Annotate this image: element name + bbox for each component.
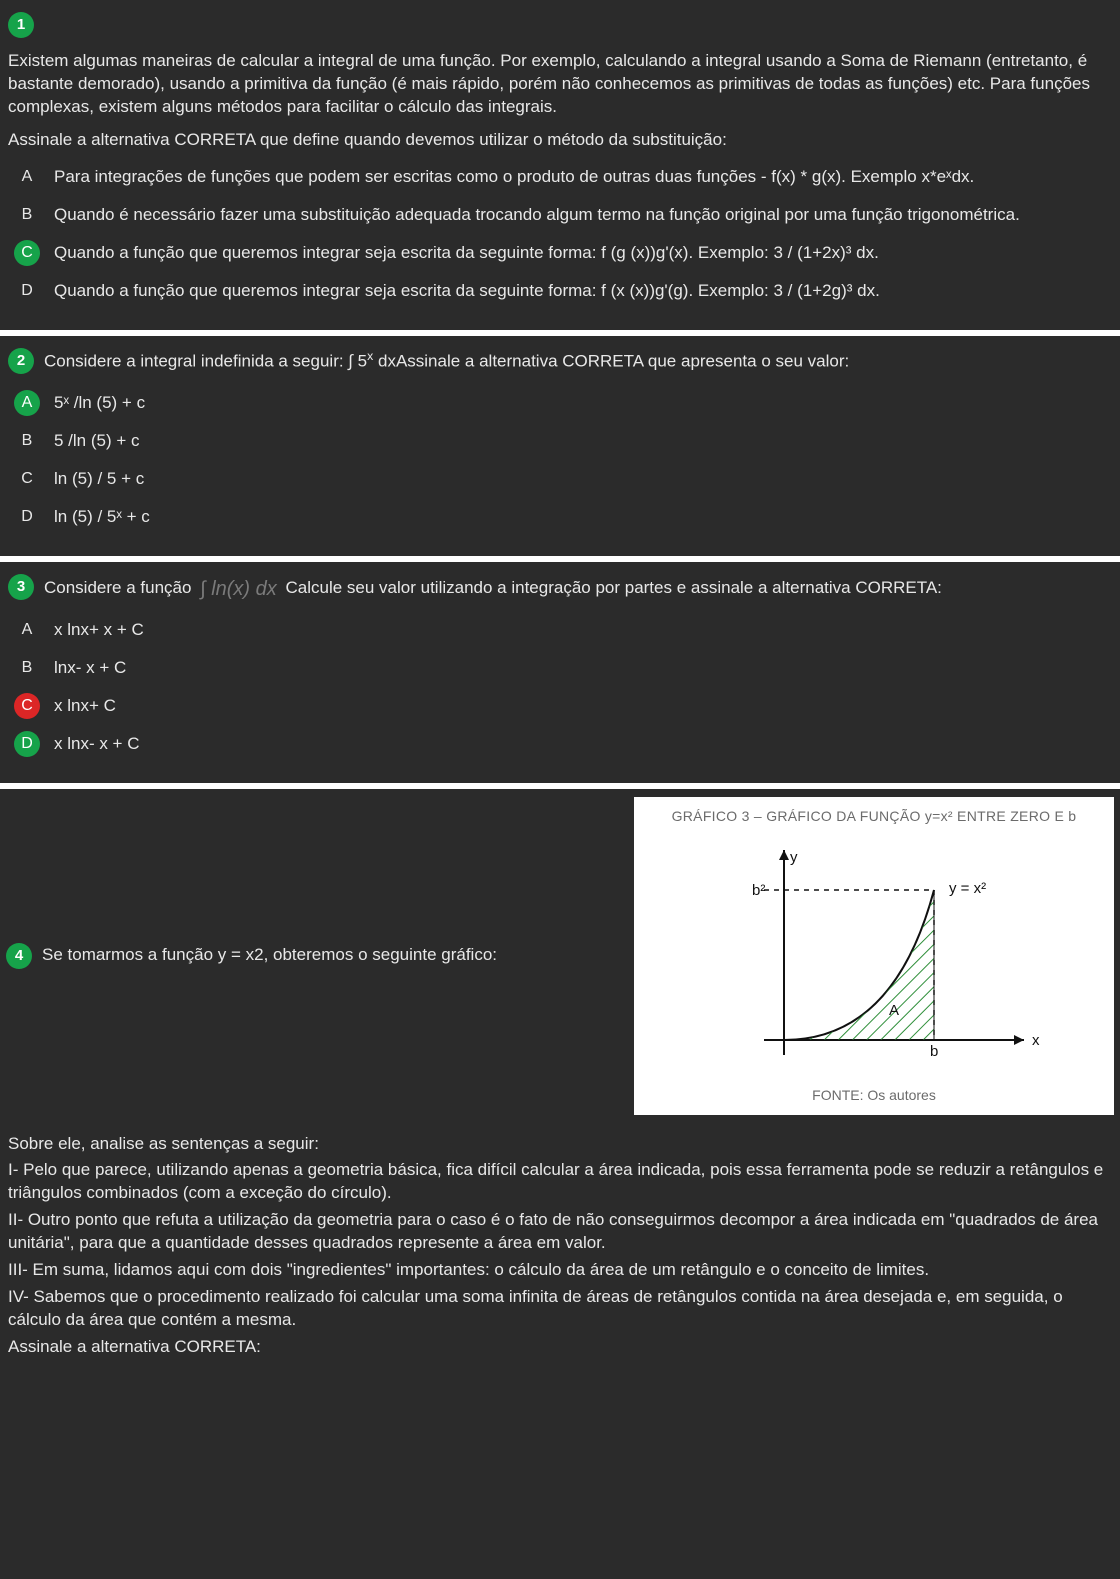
option-c[interactable]: C ln (5) / 5 + c [14,466,1114,492]
question-1-stem-p1: Existem algumas maneiras de calcular a i… [8,50,1112,119]
question-number-badge: 2 [8,348,34,374]
question-2: 2 Considere a integral indefinida a segu… [0,336,1120,562]
option-text: lnx- x + C [54,655,1114,680]
closing-instruction: Assinale a alternativa CORRETA: [8,1336,1112,1359]
stem-text: Calcule seu valor utilizando a integraçã… [281,578,942,597]
option-letter-wrong: C [14,693,40,719]
option-text: ln (5) / 5 + c [54,466,1114,491]
question-2-options: A 5ˣ /ln (5) + c B 5 /ln (5) + c C ln (5… [14,390,1114,530]
integral-icon: ∫ ln(x) dx [196,576,281,603]
option-letter-correct: D [14,731,40,757]
option-a[interactable]: A Para integrações de funções que podem … [14,164,1114,190]
graph-svg: y x b² b y = x² A [694,830,1054,1080]
option-letter: C [14,466,40,492]
stem-text: Considere a integral indefinida a seguir… [44,352,367,371]
option-a[interactable]: A x lnx+ x + C [14,617,1114,643]
option-letter-selected: A [14,390,40,416]
question-2-header: 2 Considere a integral indefinida a segu… [6,344,1114,378]
option-text: Para integrações de funções que podem se… [54,164,1114,189]
option-c[interactable]: C x lnx+ C [14,693,1114,719]
stem-text: dxAssinale a alternativa CORRETA que apr… [373,352,849,371]
option-a[interactable]: A 5ˣ /ln (5) + c [14,390,1114,416]
question-3-header: 3 Considere a função ∫ ln(x) dx Calcule … [6,570,1114,605]
question-1-stem-p2: Assinale a alternativa CORRETA que defin… [8,129,1112,152]
question-3-stem: Considere a função ∫ ln(x) dx Calcule se… [44,574,942,601]
statement-1: I- Pelo que parece, utilizando apenas a … [8,1159,1112,1205]
option-letter: A [14,617,40,643]
option-text: 5ˣ /ln (5) + c [54,390,1114,415]
stem-text: Considere a função [44,578,196,597]
label-area: A [889,1002,899,1019]
option-letter: B [14,655,40,681]
statement-4: IV- Sabemos que o procedimento realizado… [8,1286,1112,1332]
statement-3: III- Em suma, lidamos aqui com dois "ing… [8,1259,1112,1282]
graph-caption: FONTE: Os autores [648,1086,1100,1105]
label-b: b [930,1043,938,1060]
option-letter: D [14,504,40,530]
statement-2: II- Outro ponto que refuta a utilização … [8,1209,1112,1255]
option-text: x lnx- x + C [54,731,1114,756]
question-4-stem-left: 4 Se tomarmos a função y = x2, obteremos… [6,943,614,969]
question-4-stem-text: Se tomarmos a função y = x2, obteremos o… [42,944,497,967]
question-4: 4 Se tomarmos a função y = x2, obteremos… [0,789,1120,1377]
option-text: 5 /ln (5) + c [54,428,1114,453]
question-1: 1 Existem algumas maneiras de calcular a… [0,0,1120,336]
graph-panel: GRÁFICO 3 – GRÁFICO DA FUNÇÃO y=x² ENTRE… [634,797,1114,1115]
question-number-badge: 1 [8,12,34,38]
question-3: 3 Considere a função ∫ ln(x) dx Calcule … [0,562,1120,789]
option-letter: B [14,428,40,454]
option-letter-selected: C [14,240,40,266]
question-number-badge: 3 [8,574,34,600]
option-text: Quando é necessário fazer uma substituiç… [54,202,1114,227]
option-c[interactable]: C Quando a função que queremos integrar … [14,240,1114,266]
option-letter: D [14,278,40,304]
option-letter: A [14,164,40,190]
option-text: ln (5) / 5ˣ + c [54,504,1114,529]
option-d[interactable]: D Quando a função que queremos integrar … [14,278,1114,304]
question-1-options: A Para integrações de funções que podem … [14,164,1114,304]
question-1-header: 1 [6,8,1114,42]
option-text: Quando a função que queremos integrar se… [54,278,1114,303]
option-d[interactable]: D x lnx- x + C [14,731,1114,757]
axis-y-label: y [790,849,798,866]
question-number-badge: 4 [6,943,32,969]
question-4-row: 4 Se tomarmos a função y = x2, obteremos… [6,797,1114,1115]
label-curve: y = x² [949,880,986,897]
graph-title: GRÁFICO 3 – GRÁFICO DA FUNÇÃO y=x² ENTRE… [648,807,1100,826]
label-b2: b² [752,882,765,899]
option-text: x lnx+ C [54,693,1114,718]
option-letter: B [14,202,40,228]
question-3-options: A x lnx+ x + C B lnx- x + C C x lnx+ C D… [14,617,1114,757]
axis-x-label: x [1032,1032,1040,1049]
option-b[interactable]: B lnx- x + C [14,655,1114,681]
option-b[interactable]: B Quando é necessário fazer uma substitu… [14,202,1114,228]
option-text: Quando a função que queremos integrar se… [54,240,1114,265]
option-d[interactable]: D ln (5) / 5ˣ + c [14,504,1114,530]
question-2-stem: Considere a integral indefinida a seguir… [44,348,849,374]
analysis-intro: Sobre ele, analise as sentenças a seguir… [8,1133,1112,1156]
option-b[interactable]: B 5 /ln (5) + c [14,428,1114,454]
option-text: x lnx+ x + C [54,617,1114,642]
